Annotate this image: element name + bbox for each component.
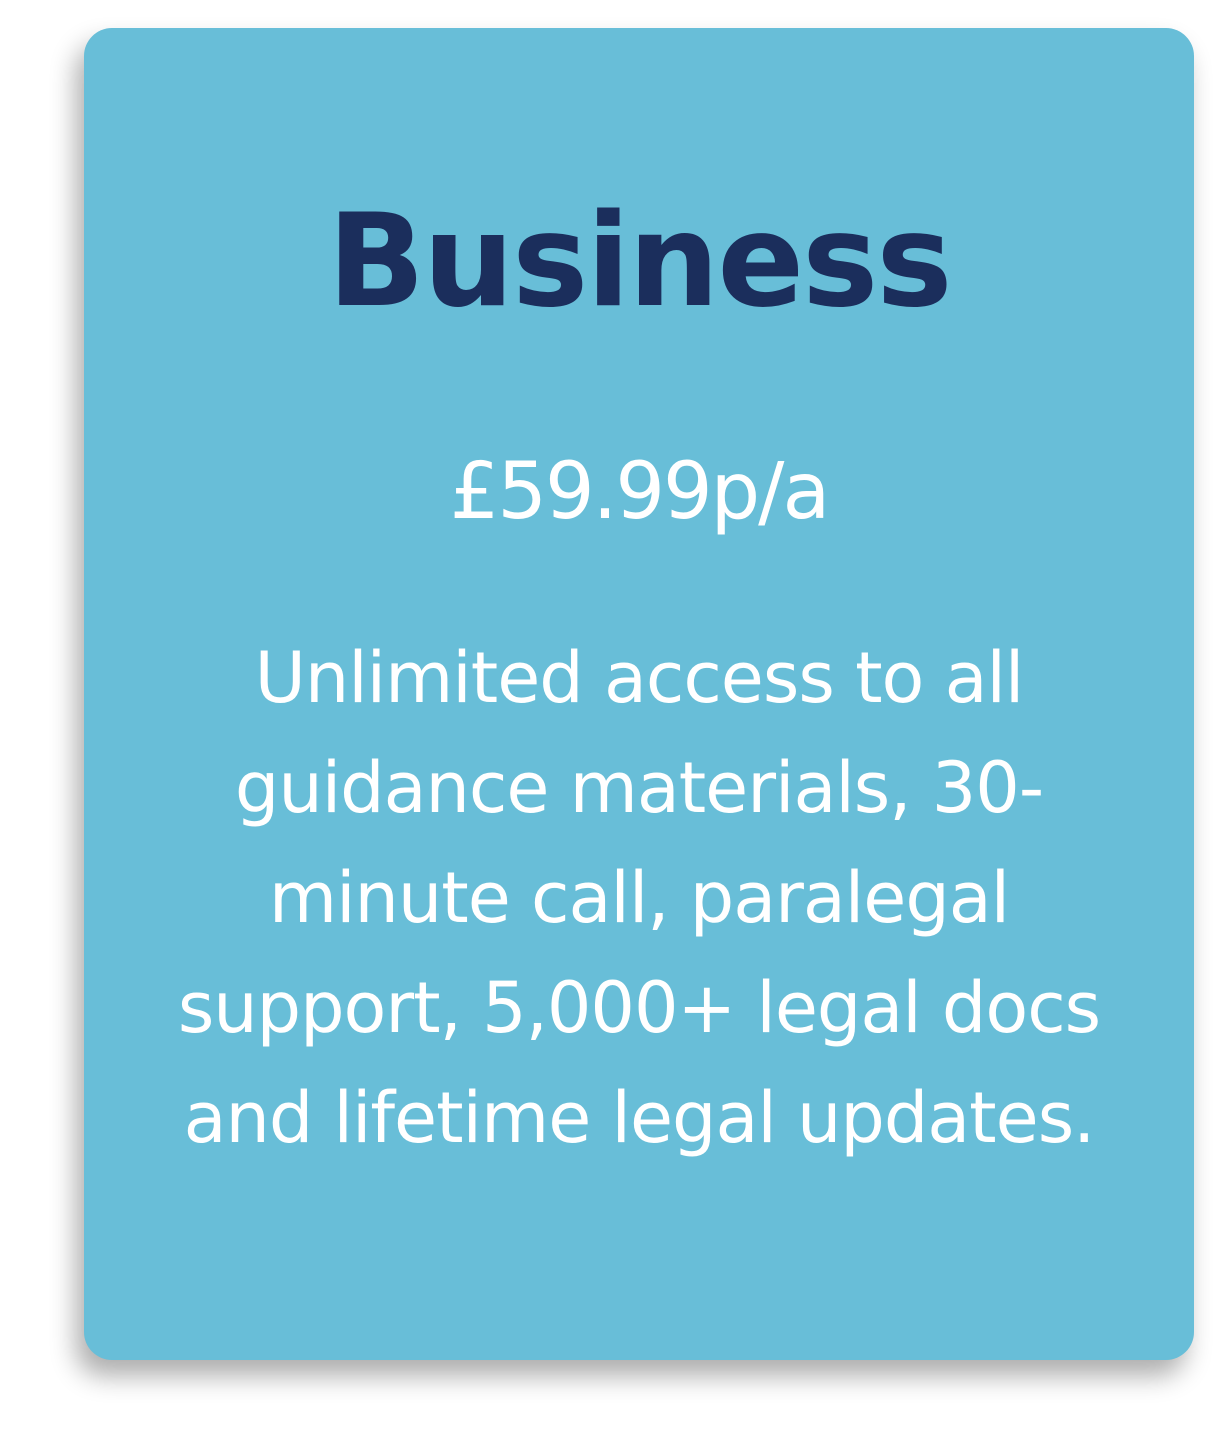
pricing-card: Business £59.99p/a Unlimited access to a… bbox=[84, 28, 1194, 1360]
plan-price: £59.99p/a bbox=[449, 447, 831, 537]
plan-title: Business bbox=[327, 187, 952, 336]
plan-description: Unlimited access to all guidance materia… bbox=[177, 637, 1101, 1159]
